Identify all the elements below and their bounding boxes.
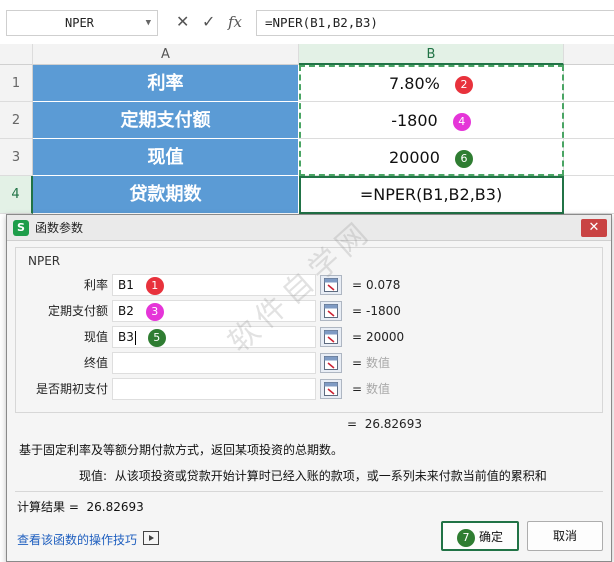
parameter-description-text: 从该项投资或贷款开始计算时已经入账的款项，或一系列未来付款当前值的累积和 bbox=[114, 469, 547, 483]
step-badge-1: 1 bbox=[145, 276, 164, 295]
row-header-2[interactable]: 2 bbox=[0, 102, 33, 139]
argument-label: 利率 bbox=[83, 278, 108, 292]
argument-result: 数值 bbox=[366, 382, 391, 396]
formula-result: = 26.82693 bbox=[347, 413, 422, 435]
step-badge-7: 7 bbox=[456, 528, 475, 547]
column-header-b[interactable]: B bbox=[299, 44, 564, 65]
cell-a2[interactable]: 定期支付额 bbox=[33, 102, 299, 139]
row-header-1[interactable]: 1 bbox=[0, 65, 33, 102]
argument-label: 终值 bbox=[83, 356, 108, 370]
name-box[interactable]: NPER ▼ bbox=[6, 10, 158, 36]
formula-bar: NPER ▼ ✕ ✓ fx =NPER(B1,B2,B3) bbox=[0, 0, 614, 44]
argument-input-type[interactable] bbox=[112, 378, 316, 400]
argument-result: 0.078 bbox=[366, 278, 401, 292]
equals-sign: = bbox=[347, 417, 358, 431]
column-header-c[interactable] bbox=[564, 44, 614, 65]
cell-c2[interactable] bbox=[564, 102, 614, 139]
cell-a3[interactable]: 现值 bbox=[33, 139, 299, 176]
argument-label: 是否期初支付 bbox=[35, 382, 108, 396]
argument-row-rate: 利率 B1 1 = 0.078 bbox=[16, 274, 604, 296]
parameter-name: 现值: bbox=[79, 469, 108, 483]
argument-row-pmt: 定期支付额 B2 3 = -1800 bbox=[16, 300, 604, 322]
ok-button-label: 确定 bbox=[478, 530, 503, 544]
argument-input-rate[interactable]: B1 1 bbox=[112, 274, 316, 296]
select-all-corner[interactable] bbox=[0, 44, 33, 65]
function-arguments-dialog: S 函数参数 ✕ NPER 利率 B1 1 = 0.078 定期支付额 B2 3 bbox=[6, 214, 612, 562]
cancel-button[interactable]: 取消 bbox=[527, 521, 603, 551]
cell-c4[interactable] bbox=[564, 176, 614, 214]
cell-c1[interactable] bbox=[564, 65, 614, 102]
text-caret bbox=[134, 330, 136, 345]
equals-sign: = bbox=[352, 304, 363, 318]
calc-label: 计算结果 = bbox=[17, 500, 79, 514]
step-badge-3: 3 bbox=[145, 302, 164, 321]
collapse-dialog-icon[interactable] bbox=[320, 327, 342, 347]
argument-label: 定期支付额 bbox=[47, 304, 108, 318]
divider bbox=[15, 491, 603, 492]
argument-input-value: B3 bbox=[118, 330, 134, 344]
argument-input-pv[interactable]: B3 5 bbox=[112, 326, 316, 348]
cell-a4[interactable]: 贷款期数 bbox=[33, 176, 299, 214]
video-play-icon[interactable] bbox=[143, 531, 159, 545]
ok-button[interactable]: 7 确定 bbox=[441, 521, 519, 551]
dialog-title: 函数参数 bbox=[35, 221, 84, 235]
formula-input[interactable]: =NPER(B1,B2,B3) bbox=[256, 10, 614, 36]
active-cell-border bbox=[299, 176, 564, 214]
equals-sign: = bbox=[352, 278, 363, 292]
argument-result: 20000 bbox=[366, 330, 405, 344]
equals-sign: = bbox=[352, 356, 363, 370]
name-box-value: NPER bbox=[65, 16, 94, 30]
dialog-titlebar[interactable]: S 函数参数 ✕ bbox=[7, 215, 611, 241]
equals-sign: = bbox=[352, 382, 363, 396]
cell-c3[interactable] bbox=[564, 139, 614, 176]
fx-icon[interactable]: fx bbox=[228, 12, 242, 32]
chevron-down-icon[interactable]: ▼ bbox=[146, 11, 151, 35]
formula-result-value: 26.82693 bbox=[364, 417, 422, 431]
step-badge-5: 5 bbox=[147, 328, 166, 347]
collapse-dialog-icon[interactable] bbox=[320, 301, 342, 321]
argument-row-pv: 现值 B3 5 = 20000 bbox=[16, 326, 604, 348]
calc-value: 26.82693 bbox=[86, 500, 144, 514]
cancel-x-icon[interactable]: ✕ bbox=[176, 12, 189, 32]
equals-sign: = bbox=[352, 330, 363, 344]
function-name: NPER bbox=[28, 254, 61, 268]
row-header-3[interactable]: 3 bbox=[0, 139, 33, 176]
argument-input-value: B2 bbox=[118, 304, 134, 318]
collapse-dialog-icon[interactable] bbox=[320, 379, 342, 399]
close-icon[interactable]: ✕ bbox=[581, 219, 607, 237]
cell-a1[interactable]: 利率 bbox=[33, 65, 299, 102]
reference-marquee bbox=[299, 65, 564, 176]
argument-label: 现值 bbox=[83, 330, 108, 344]
argument-input-value: B1 bbox=[118, 278, 134, 292]
wps-logo-icon: S bbox=[13, 220, 29, 236]
arguments-group: NPER 利率 B1 1 = 0.078 定期支付额 B2 3 = -1800 … bbox=[15, 247, 603, 413]
argument-input-pmt[interactable]: B2 3 bbox=[112, 300, 316, 322]
function-help-link[interactable]: 查看该函数的操作技巧 bbox=[17, 531, 137, 548]
column-header-a[interactable]: A bbox=[33, 44, 299, 65]
argument-result: 数值 bbox=[366, 356, 391, 370]
calculation-result: 计算结果 = 26.82693 bbox=[17, 498, 144, 515]
confirm-check-icon[interactable]: ✓ bbox=[202, 12, 215, 32]
spreadsheet-grid: A B 1 利率 7.80% 2 2 定期支付额 -1800 4 3 现值 20… bbox=[0, 44, 614, 214]
argument-row-fv: 终值 = 数值 bbox=[16, 352, 604, 374]
collapse-dialog-icon[interactable] bbox=[320, 275, 342, 295]
row-header-4[interactable]: 4 bbox=[0, 176, 33, 214]
argument-input-fv[interactable] bbox=[112, 352, 316, 374]
argument-result: -1800 bbox=[366, 304, 401, 318]
function-description: 基于固定利率及等额分期付款方式，返回某项投资的总期数。 bbox=[19, 443, 344, 457]
argument-row-type: 是否期初支付 = 数值 bbox=[16, 378, 604, 400]
parameter-description: 现值: 从该项投资或贷款开始计算时已经入账的款项，或一系列未来付款当前值的累积和 bbox=[79, 467, 547, 484]
collapse-dialog-icon[interactable] bbox=[320, 353, 342, 373]
